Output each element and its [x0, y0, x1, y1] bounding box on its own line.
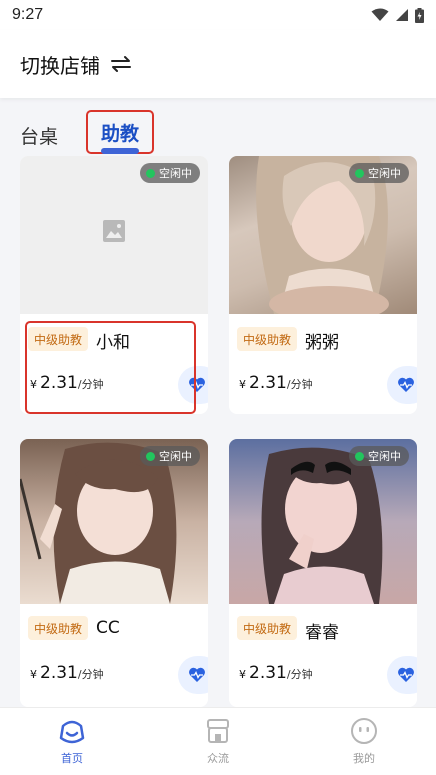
profile-face-icon	[351, 718, 377, 744]
battery-icon	[415, 7, 424, 23]
level-tag: 中级助教	[237, 327, 298, 351]
status-label: 空闲中	[368, 167, 401, 180]
price-unit: /分钟	[77, 668, 104, 681]
assistant-name: 粥粥	[305, 333, 339, 353]
nav-item-home[interactable]: 首页	[32, 716, 112, 766]
assistant-card[interactable]: 空闲中 中级助教 CC ¥2.31/分钟	[20, 439, 208, 707]
price: ¥2.31/分钟	[239, 663, 313, 683]
price-value: 2.31	[249, 663, 287, 683]
price-unit: /分钟	[286, 668, 313, 681]
level-tag: 中级助教	[237, 616, 298, 640]
price-value: 2.31	[249, 373, 287, 393]
shop-icon	[207, 719, 229, 743]
assistant-name: CC	[96, 618, 120, 638]
like-button[interactable]	[178, 656, 208, 694]
active-tab-indicator	[101, 148, 139, 154]
nav-label: 首页	[61, 752, 83, 765]
status-label: 空闲中	[159, 167, 192, 180]
heart-icon	[189, 667, 205, 682]
bottom-nav: 首页 众流 我的	[0, 707, 436, 775]
price-value: 2.31	[40, 663, 78, 683]
assistant-card[interactable]: 空闲中 中级助教 粥粥 ¥2.31/分钟	[229, 156, 417, 414]
nav-item-profile[interactable]: 我的	[324, 716, 404, 766]
idle-status-badge: 空闲中	[349, 163, 409, 183]
status-label: 空闲中	[368, 450, 401, 463]
idle-status-badge: 空闲中	[140, 446, 200, 466]
switch-store-title[interactable]: 切换店铺	[20, 50, 100, 79]
heart-icon	[398, 667, 414, 682]
tab-tables[interactable]: 台桌	[20, 122, 58, 149]
wifi-icon	[371, 8, 389, 21]
nav-label: 众流	[207, 752, 229, 765]
idle-status-badge: 空闲中	[140, 163, 200, 183]
status-label: 空闲中	[159, 450, 192, 463]
assistant-name: 睿睿	[305, 623, 339, 643]
status-icons	[371, 7, 424, 23]
highlight-box	[25, 321, 196, 414]
price-unit: /分钟	[286, 378, 313, 391]
swap-arrows-icon[interactable]	[110, 55, 132, 73]
price: ¥2.31/分钟	[30, 663, 104, 683]
home-face-icon	[59, 720, 85, 744]
status-dot	[355, 451, 364, 461]
price: ¥2.31/分钟	[239, 373, 313, 393]
like-button[interactable]	[387, 366, 417, 404]
level-tag: 中级助教	[28, 616, 89, 640]
nav-item-stream[interactable]: 众流	[178, 716, 258, 766]
status-dot	[355, 168, 364, 178]
status-dot	[146, 168, 155, 178]
currency-symbol: ¥	[239, 378, 246, 391]
signal-icon	[396, 9, 408, 21]
category-tabs: 台桌 助教	[0, 106, 436, 156]
heart-icon	[398, 377, 414, 392]
currency-symbol: ¥	[30, 668, 37, 681]
idle-status-badge: 空闲中	[349, 446, 409, 466]
image-placeholder-icon	[103, 220, 125, 242]
like-button[interactable]	[387, 656, 417, 694]
assistant-card[interactable]: 空闲中 中级助教 睿睿 ¥2.31/分钟	[229, 439, 417, 707]
status-dot	[146, 451, 155, 461]
header: 切换店铺	[0, 30, 436, 98]
currency-symbol: ¥	[239, 668, 246, 681]
status-time: 9:27	[12, 6, 44, 23]
status-bar: 9:27	[0, 0, 436, 30]
nav-label: 我的	[353, 752, 375, 765]
